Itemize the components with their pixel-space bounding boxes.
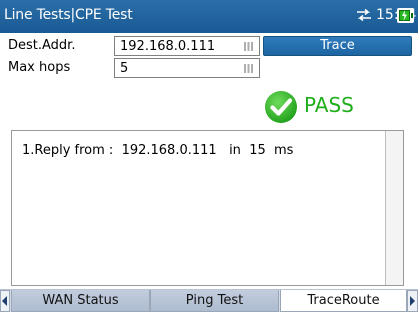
tab-ping-test[interactable]: Ping Test — [150, 290, 279, 312]
battery-charging-icon — [397, 8, 414, 23]
network-activity-icon — [357, 8, 371, 22]
dest-addr-label: Dest.Addr. — [8, 38, 76, 53]
max-hops-input[interactable]: 5 — [114, 58, 260, 78]
tab-traceroute[interactable]: TraceRoute — [280, 290, 407, 312]
max-hops-value: 5 — [120, 61, 129, 76]
result-line: 1.Reply from : 192.168.0.111 in 15 ms — [22, 143, 294, 158]
title-bar: Line Tests|CPE Test 15:24 — [0, 0, 418, 33]
keypad-icon[interactable] — [244, 42, 253, 51]
status-text: PASS — [304, 93, 354, 117]
result-scrollbar[interactable] — [385, 131, 403, 285]
result-panel: 1.Reply from : 192.168.0.111 in 15 ms — [11, 130, 404, 286]
tab-bar: WAN Status Ping Test TraceRoute — [0, 289, 418, 312]
tab-scroll-left-button[interactable] — [0, 290, 10, 312]
tab-scroll-right-button[interactable] — [407, 290, 418, 312]
arrow-right-icon — [410, 296, 415, 306]
dest-addr-input[interactable]: 192.168.0.111 — [114, 36, 260, 56]
page-title: Line Tests|CPE Test — [4, 7, 133, 23]
max-hops-label: Max hops — [8, 60, 71, 75]
trace-button[interactable]: Trace — [263, 36, 412, 56]
tab-wan-status[interactable]: WAN Status — [11, 290, 150, 312]
arrow-left-icon — [2, 296, 7, 306]
keypad-icon[interactable] — [244, 64, 253, 73]
checkmark-icon — [265, 91, 297, 123]
dest-addr-value: 192.168.0.111 — [120, 39, 216, 54]
